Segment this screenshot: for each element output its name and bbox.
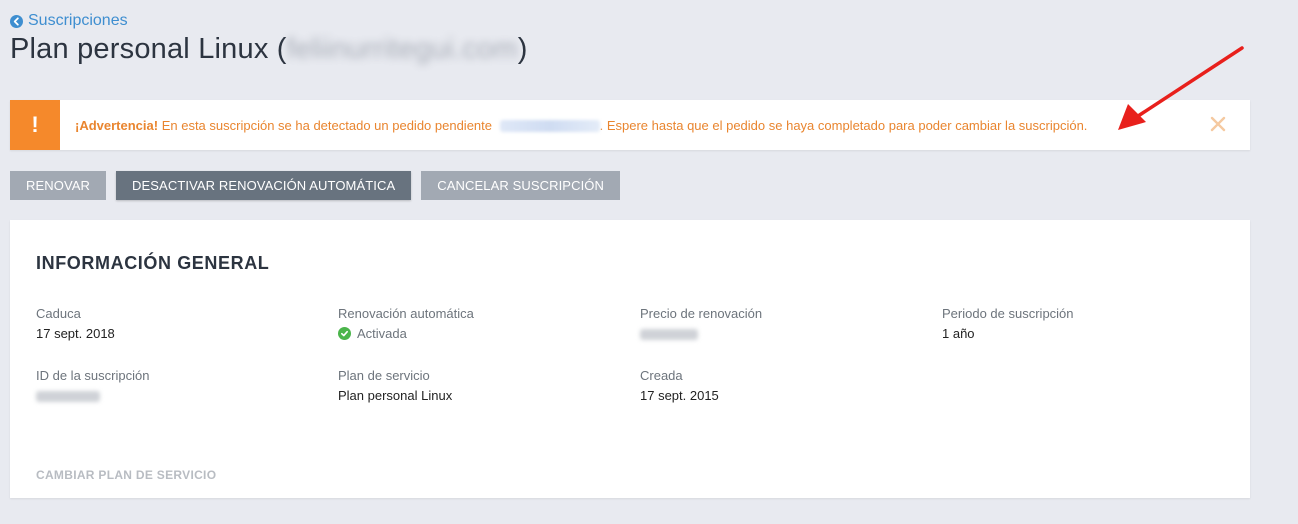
annotation-arrow-icon [1118, 46, 1244, 130]
field-value: Plan personal Linux [338, 388, 453, 403]
field-value: 17 sept. 2018 [36, 326, 115, 341]
field-label: Periodo de suscripción [942, 306, 1074, 321]
field-label: Renovación automática [338, 306, 474, 321]
page-title-domain: feliinurritegui.com [286, 33, 518, 65]
field-subscription-id: ID de la suscripción [36, 368, 149, 402]
back-to-subscriptions-link[interactable]: Suscripciones [10, 12, 128, 30]
field-expires: Caduca 17 sept. 2018 [36, 306, 115, 341]
field-label: Creada [640, 368, 683, 383]
field-label: ID de la suscripción [36, 368, 150, 383]
alert-strong: ¡Advertencia! [75, 117, 159, 133]
page-title-prefix: Plan personal Linux ( [10, 33, 287, 65]
redacted-id [36, 391, 100, 402]
page-title: Plan personal Linux ( feliinurritegui.co… [10, 33, 528, 66]
field-subscription-period: Periodo de suscripción 1 año [942, 306, 1074, 341]
check-circle-icon [338, 327, 351, 340]
arrow-left-circle-icon [10, 14, 23, 28]
field-value [36, 388, 149, 402]
field-value [640, 326, 762, 340]
disable-autorenew-button[interactable]: Desactivar renovación automática [116, 171, 412, 200]
general-info-title: Información general [36, 253, 269, 274]
general-info-panel: Información general Caduca 17 sept. 2018… [10, 220, 1250, 498]
general-info-title-text: Información general [36, 253, 270, 273]
field-created: Creada 17 sept. 2015 [640, 368, 719, 403]
warning-alert: ! ¡Advertencia! En esta suscripción se h… [10, 100, 1250, 150]
field-value: Activada [338, 326, 474, 341]
autorenew-status: Activada [357, 326, 407, 341]
back-link-label: Suscripciones [28, 12, 128, 29]
page-title-suffix: ) [517, 33, 528, 65]
field-label: Caduca [36, 306, 81, 321]
field-autorenew: Renovación automática Activada [338, 306, 474, 341]
cancel-subscription-button[interactable]: Cancelar suscripción [421, 171, 620, 200]
field-value: 17 sept. 2015 [640, 388, 719, 403]
subscription-page: Suscripciones Plan personal Linux ( feli… [0, 0, 1298, 524]
redacted-price [640, 329, 698, 340]
field-label: Plan de servicio [338, 368, 430, 383]
change-service-plan-link[interactable]: Cambiar plan de servicio [36, 468, 216, 482]
field-value: 1 año [942, 326, 975, 341]
exclamation-icon: ! [10, 100, 60, 150]
field-service-plan: Plan de servicio Plan personal Linux [338, 368, 452, 403]
field-label: Precio de renovación [640, 306, 763, 321]
change-plan-label: Cambiar plan de servicio [36, 468, 217, 482]
alert-text-after: . Espere hasta que el pedido se haya com… [599, 117, 1088, 133]
alert-text-before: En esta suscripción se ha detectado un p… [161, 117, 492, 133]
field-renewal-price: Precio de renovación [640, 306, 762, 340]
pending-order-link[interactable] [499, 120, 600, 133]
alert-message: ¡Advertencia! En esta suscripción se ha … [75, 118, 1087, 133]
renew-button[interactable]: Renovar [10, 171, 107, 200]
subscription-actions: Renovar Desactivar renovación automática… [10, 171, 620, 200]
